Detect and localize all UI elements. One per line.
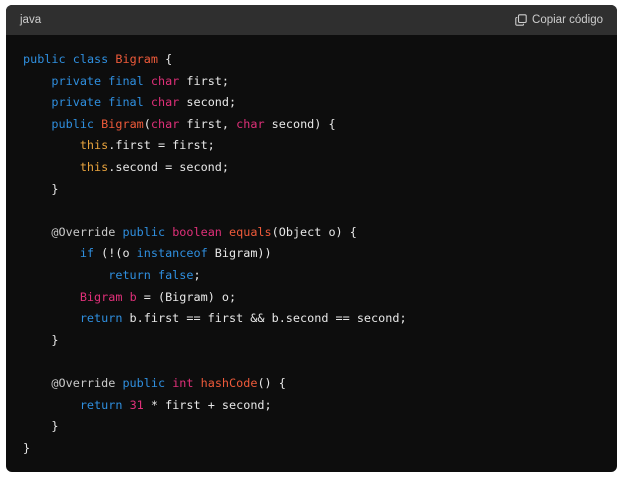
code-token: first; [179,73,230,88]
code-token: private [51,95,102,110]
code-line: this.second = second; [23,157,617,179]
code-line: this.first = first; [23,135,617,157]
code-line: @Override public boolean equals(Object o… [23,222,617,244]
code-token: this [79,138,109,153]
code-token: return [79,311,123,326]
code-token: return [79,397,123,412]
code-token: b [129,289,137,304]
code-token: b.first == first && b.second == second; [122,311,407,326]
code-line: public class Bigram { [23,49,617,71]
code-token: } [23,419,59,434]
code-token: = (Bigram) o; [136,289,237,304]
code-token: Bigram [115,52,158,66]
code-token: (Object o) { [271,224,357,239]
code-token: char [150,73,180,88]
language-label: java [20,14,42,26]
code-token: { [157,52,173,66]
code-line: } [23,179,617,201]
code-token: @Override [51,224,116,239]
code-block: java Copiar código public class Bigram {… [6,5,617,472]
code-line: return false; [23,265,617,287]
code-token: * first + second; [143,397,272,412]
code-token: false [157,267,194,282]
code-token: () { [257,375,286,390]
code-token: char [150,116,180,131]
code-token: } [23,181,59,196]
code-token: } [23,332,59,347]
copy-code-label: Copiar código [532,14,603,26]
code-token: @Override [51,375,116,390]
code-token: equals [229,224,272,239]
code-line: return b.first == first && b.second == s… [23,308,617,330]
code-token: public [51,116,95,131]
code-line: if (!(o instanceof Bigram)) [23,243,617,265]
code-token: ( [143,116,151,131]
code-token: private [51,73,102,88]
code-token: .first = first; [108,138,215,153]
code-token: this [79,159,109,174]
copy-code-button[interactable]: Copiar código [515,14,603,26]
code-token: char [150,95,180,110]
code-line: public Bigram(char first, char second) { [23,114,617,136]
code-token: 31 [129,397,144,412]
code-token: final [108,95,144,110]
code-token: second; [179,95,237,110]
code-token: .second = second; [108,159,229,174]
copy-icon [515,14,527,26]
code-token: public [122,375,166,390]
code-line: @Override public int hashCode() { [23,373,617,395]
code-line: } [23,416,617,438]
code-token: final [108,73,144,88]
code-token: public [23,52,66,66]
code-token: instanceof [136,246,208,261]
code-token: Bigram)) [207,246,272,261]
code-line: private final char second; [23,92,617,114]
code-token: hashCode [200,375,258,390]
code-token: first, [179,116,237,131]
code-token: Bigram [79,289,123,304]
code-token: int [172,375,194,390]
code-line: return 31 * first + second; [23,395,617,417]
code-token: (!(o [94,246,137,261]
code-line: } [23,330,617,352]
code-line: private final char first; [23,71,617,93]
code-token: second) { [264,116,336,131]
code-token: public [122,224,166,239]
code-token: if [79,246,95,261]
code-line: } [23,438,617,460]
code-block-header: java Copiar código [6,5,617,35]
code-token: class [72,52,109,66]
code-token: } [23,440,31,455]
code-token: Bigram [101,116,144,131]
code-token: char [236,116,265,131]
code-line: Bigram b = (Bigram) o; [23,287,617,309]
code-token: return [108,267,151,282]
code-token: ; [193,267,201,282]
code-content: public class Bigram { private final char… [6,35,617,459]
code-token: boolean [172,224,222,239]
